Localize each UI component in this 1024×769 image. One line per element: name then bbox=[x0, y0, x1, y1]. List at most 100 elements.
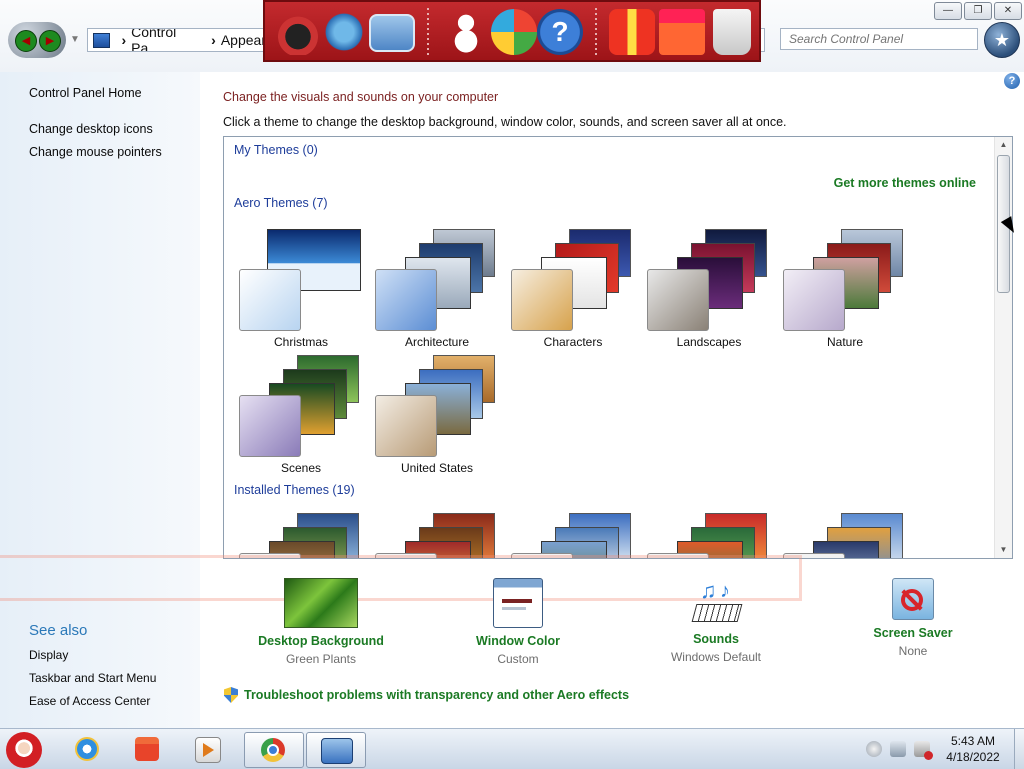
system-clock[interactable]: 5:43 AM 4/18/2022 bbox=[940, 733, 1006, 765]
show-hidden-icons-icon[interactable] bbox=[866, 741, 882, 757]
setting-value: Windows Default bbox=[670, 650, 762, 664]
network-icon[interactable] bbox=[369, 14, 415, 52]
theme-installed[interactable] bbox=[647, 513, 771, 558]
breadcrumb-appearance[interactable]: Appear bbox=[221, 32, 266, 48]
toolbar-divider bbox=[427, 8, 429, 58]
theme-landscapes[interactable]: Landscapes bbox=[647, 229, 771, 353]
troubleshoot-aero-link[interactable]: Troubleshoot problems with transparency … bbox=[224, 687, 629, 703]
shield-icon[interactable] bbox=[491, 9, 537, 55]
theme-list-scrollbar[interactable]: ▲ ▼ bbox=[994, 137, 1012, 558]
back-button[interactable]: ◀ bbox=[15, 30, 37, 52]
my-themes-header[interactable]: My Themes (0) bbox=[234, 143, 318, 157]
scroll-down-icon[interactable]: ▼ bbox=[995, 542, 1012, 558]
setting-value: Custom bbox=[497, 652, 539, 666]
theme-installed[interactable] bbox=[239, 513, 363, 558]
control-panel-home-link[interactable]: Control Panel Home bbox=[29, 86, 142, 100]
theme-installed[interactable] bbox=[783, 513, 907, 558]
theme-characters[interactable]: Characters bbox=[511, 229, 635, 353]
title-bar: ◀ ▶ ▼ › Control Pa... › Appear ? — ❐ ✕ ★ bbox=[0, 0, 1024, 72]
control-panel-icon bbox=[321, 738, 353, 764]
theme-christmas[interactable]: Christmas bbox=[239, 229, 363, 353]
window-color-setting[interactable]: Window Color Custom bbox=[428, 578, 608, 666]
installed-themes-header[interactable]: Installed Themes (19) bbox=[234, 483, 355, 497]
internet-explorer-icon bbox=[75, 737, 99, 761]
search-input[interactable] bbox=[780, 28, 978, 50]
start-button[interactable] bbox=[2, 732, 50, 768]
minimize-button[interactable]: — bbox=[934, 2, 962, 20]
window-color-icon bbox=[493, 578, 543, 628]
theme-label: Christmas bbox=[273, 335, 328, 349]
sounds-icon: ♫ ♪ bbox=[691, 578, 743, 626]
setting-value: None bbox=[898, 644, 928, 658]
snowman-icon[interactable] bbox=[443, 9, 489, 55]
gift-icon[interactable] bbox=[609, 9, 655, 55]
taskbar-control-panel[interactable] bbox=[306, 732, 366, 768]
taskbar-file-explorer[interactable] bbox=[124, 732, 172, 766]
sounds-setting[interactable]: ♫ ♪ Sounds Windows Default bbox=[626, 578, 806, 664]
troubleshoot-label: Troubleshoot problems with transparency … bbox=[244, 688, 630, 702]
page-heading: Change the visuals and sounds on your co… bbox=[223, 90, 499, 104]
get-more-themes-link[interactable]: Get more themes online bbox=[834, 176, 976, 190]
screen-saver-icon bbox=[892, 578, 934, 620]
network-tray-icon[interactable] bbox=[890, 741, 906, 757]
taskbar-internet-explorer[interactable] bbox=[64, 732, 112, 766]
desktop-icon[interactable] bbox=[275, 9, 321, 55]
setting-title: Window Color bbox=[476, 634, 560, 648]
breadcrumb-separator[interactable]: › bbox=[211, 32, 216, 48]
theme-label: Scenes bbox=[280, 461, 322, 475]
theme-architecture[interactable]: Architecture bbox=[375, 229, 499, 353]
file-explorer-icon bbox=[135, 737, 159, 761]
theme-color-swatch bbox=[511, 553, 573, 558]
globe-icon[interactable] bbox=[321, 9, 367, 55]
volume-muted-icon[interactable] bbox=[914, 741, 933, 760]
launch-toolbar: ? bbox=[263, 0, 761, 62]
page-description: Click a theme to change the desktop back… bbox=[223, 115, 787, 129]
uac-shield-icon bbox=[224, 687, 238, 703]
theme-color-swatch bbox=[375, 395, 437, 457]
breadcrumb-control-panel[interactable]: Control Pa... bbox=[131, 29, 206, 51]
theme-united-states[interactable]: United States bbox=[375, 355, 499, 479]
theme-label: Architecture bbox=[404, 335, 470, 349]
breadcrumb-separator[interactable]: › bbox=[121, 32, 126, 48]
recent-pages-dropdown[interactable]: ▼ bbox=[70, 34, 80, 45]
folder-icon[interactable] bbox=[659, 9, 705, 55]
media-player-icon bbox=[203, 743, 214, 757]
clock-date: 4/18/2022 bbox=[946, 750, 1000, 764]
theme-color-swatch bbox=[647, 553, 709, 558]
clock-time: 5:43 AM bbox=[950, 734, 996, 748]
theme-scenes[interactable]: Scenes bbox=[239, 355, 363, 479]
theme-color-swatch bbox=[511, 269, 573, 331]
display-link[interactable]: Display bbox=[29, 648, 68, 662]
taskbar-chrome[interactable] bbox=[244, 732, 304, 768]
desktop-background-setting[interactable]: Desktop Background Green Plants bbox=[231, 578, 411, 666]
show-desktop-button[interactable] bbox=[1014, 729, 1024, 769]
close-button[interactable]: ✕ bbox=[994, 2, 1022, 20]
theme-installed[interactable] bbox=[511, 513, 635, 558]
taskbar-media-player[interactable] bbox=[184, 732, 232, 766]
theme-label: United States bbox=[400, 461, 474, 475]
theme-nature[interactable]: Nature bbox=[783, 229, 907, 353]
theme-label: Landscapes bbox=[676, 335, 742, 349]
scroll-up-icon[interactable]: ▲ bbox=[995, 137, 1012, 153]
taskbar-start-menu-link[interactable]: Taskbar and Start Menu bbox=[29, 671, 156, 685]
ease-of-access-link[interactable]: Ease of Access Center bbox=[29, 694, 150, 708]
help-icon[interactable]: ? bbox=[537, 9, 583, 55]
recycle-bin-icon[interactable] bbox=[713, 9, 751, 55]
address-bar[interactable]: › Control Pa... › Appear bbox=[87, 28, 267, 52]
restore-button[interactable]: ❐ bbox=[964, 2, 992, 20]
change-desktop-icons-link[interactable]: Change desktop icons bbox=[29, 122, 153, 136]
theme-installed[interactable] bbox=[375, 513, 499, 558]
theme-list[interactable]: My Themes (0) Get more themes online Aer… bbox=[223, 136, 1013, 559]
taskbar: 5:43 AM 4/18/2022 bbox=[0, 728, 1024, 769]
setting-title: Sounds bbox=[693, 632, 739, 646]
setting-value: Green Plants bbox=[285, 652, 357, 666]
theme-color-swatch bbox=[783, 553, 845, 558]
theme-color-swatch bbox=[375, 553, 437, 558]
start-orb-icon[interactable]: ★ bbox=[984, 22, 1020, 58]
screen-saver-setting[interactable]: Screen Saver None bbox=[823, 578, 1003, 658]
help-icon[interactable]: ? bbox=[1004, 73, 1020, 89]
change-mouse-pointers-link[interactable]: Change mouse pointers bbox=[29, 145, 162, 159]
forward-button[interactable]: ▶ bbox=[39, 30, 61, 52]
aero-themes-header[interactable]: Aero Themes (7) bbox=[234, 196, 328, 210]
toolbar-divider bbox=[595, 8, 597, 58]
